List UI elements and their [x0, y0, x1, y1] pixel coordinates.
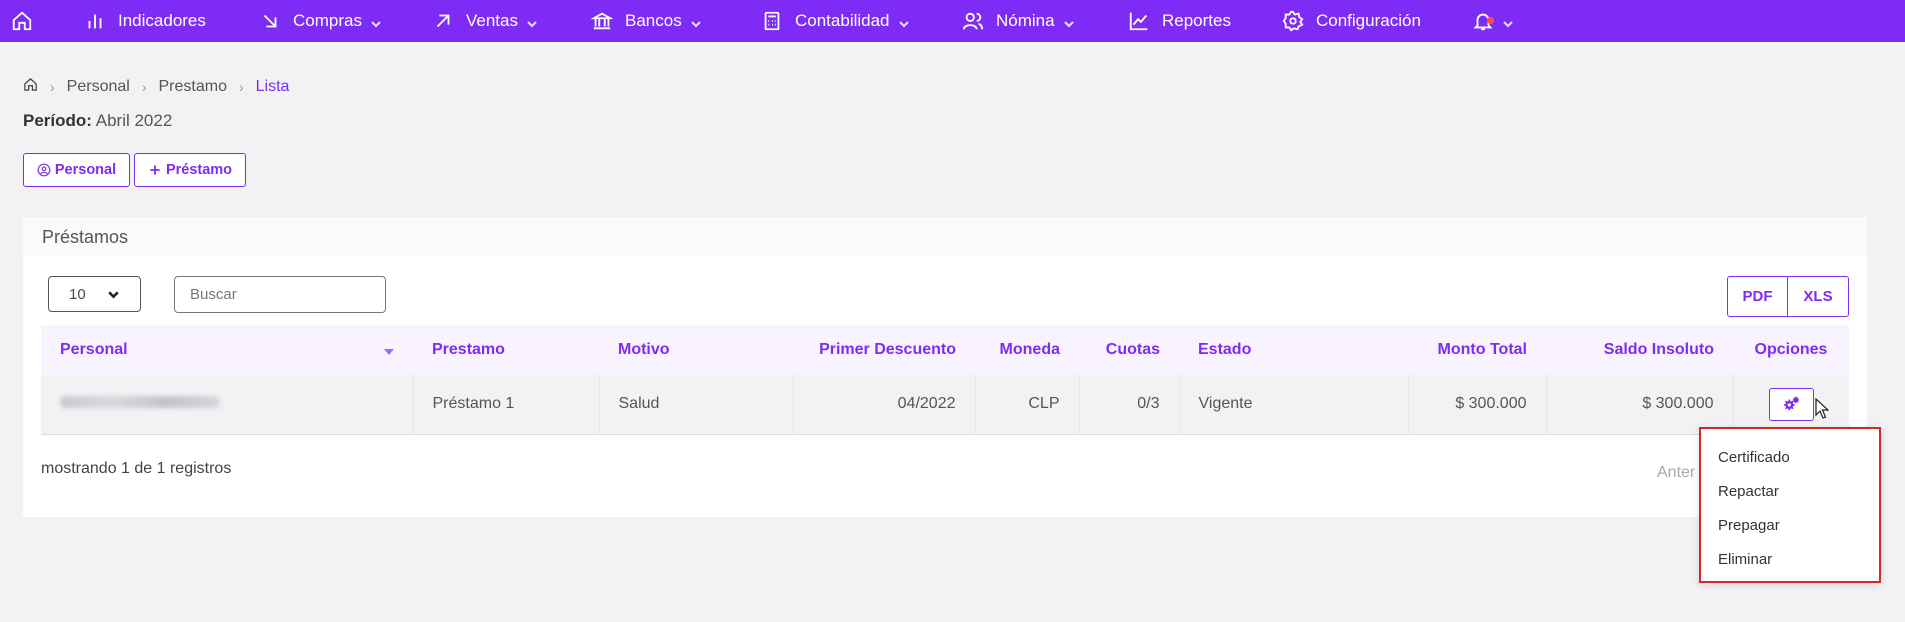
breadcrumb: › Personal › Prestamo › Lista [23, 77, 289, 97]
home-icon[interactable] [11, 0, 33, 42]
nav-contabilidad[interactable]: Contabilidad [761, 0, 910, 42]
menu-item-certificado[interactable]: Certificado [1701, 441, 1879, 475]
nav-indicadores[interactable]: Indicadores [84, 0, 206, 42]
nav-label: Reportes [1162, 11, 1231, 30]
arrow-up-right-icon [436, 14, 450, 28]
notifications-button[interactable] [1472, 0, 1514, 42]
nav-ventas[interactable]: Ventas [432, 0, 538, 42]
prestamos-card: Préstamos 10 PDF XLS Personal Prestamo M… [23, 217, 1867, 517]
chevron-down-icon [1063, 15, 1075, 28]
periodo-label: Período: [23, 111, 92, 130]
nav-nomina[interactable]: Nómina [962, 0, 1075, 42]
col-estado[interactable]: Estado [1179, 325, 1408, 375]
options-button[interactable] [1768, 387, 1814, 421]
menu-item-repactar[interactable]: Repactar [1701, 475, 1879, 509]
breadcrumb-prestamo[interactable]: Prestamo [159, 78, 227, 96]
sort-icon [384, 349, 394, 355]
col-opciones: Opciones [1754, 341, 1828, 358]
col-motivo[interactable]: Motivo [599, 325, 793, 375]
chevron-down-icon [108, 290, 119, 299]
pagination-previous[interactable]: Anter [1657, 464, 1695, 482]
export-buttons: PDF XLS [1727, 276, 1849, 317]
breadcrumb-separator: › [141, 79, 147, 95]
prestamos-table: Personal Prestamo Motivo Primer Descuent… [41, 325, 1849, 435]
chevron-down-icon [1502, 15, 1514, 28]
export-xls-button[interactable]: XLS [1788, 276, 1849, 317]
col-saldo-insoluto[interactable]: Saldo Insoluto [1546, 325, 1733, 375]
cell-personal [41, 375, 414, 434]
mouse-cursor-icon [1815, 398, 1829, 419]
breadcrumb-separator: › [50, 79, 55, 95]
personal-button-label: Personal [54, 162, 117, 178]
nav-label: Ventas [466, 11, 518, 30]
search-input[interactable] [174, 276, 386, 313]
col-primer-descuento[interactable]: Primer Descuento [793, 325, 975, 375]
col-personal[interactable]: Personal [41, 325, 413, 375]
user-circle-icon [37, 163, 51, 177]
cell-primer-descuento: 04/2022 [793, 375, 976, 434]
chevron-down-icon [898, 15, 910, 28]
cell-moneda: CLP [975, 375, 1080, 434]
arrow-down-right-icon [263, 14, 277, 28]
bar-chart-icon [88, 14, 102, 29]
chevron-down-icon [690, 15, 702, 28]
top-navbar: Indicadores Compras Ventas Bancos Contab… [0, 0, 1905, 42]
add-prestamo-label: Préstamo [165, 162, 233, 178]
breadcrumb-separator: › [238, 79, 244, 95]
menu-item-eliminar[interactable]: Eliminar [1701, 543, 1879, 577]
nav-compras[interactable]: Compras [259, 0, 382, 42]
table-row: Préstamo 1 Salud 04/2022 CLP 0/3 Vigente… [41, 375, 1849, 434]
calculator-icon [764, 11, 780, 31]
nav-bancos[interactable]: Bancos [591, 0, 702, 42]
nav-label: Contabilidad [795, 11, 890, 30]
cell-opciones [1733, 375, 1849, 434]
cell-monto-total: $ 300.000 [1408, 375, 1547, 434]
breadcrumb-lista: Lista [255, 78, 290, 95]
users-icon [962, 12, 984, 30]
nav-configuracion[interactable]: Configuración [1282, 0, 1421, 42]
cell-estado: Vigente [1179, 375, 1409, 434]
nav-label: Bancos [625, 11, 682, 30]
cell-saldo-insoluto: $ 300.000 [1546, 375, 1734, 434]
card-title: Préstamos [23, 217, 1867, 257]
cell-prestamo: Préstamo 1 [413, 375, 600, 434]
breadcrumb-personal[interactable]: Personal [67, 78, 130, 96]
line-chart-icon [1129, 12, 1148, 31]
menu-item-prepagar[interactable]: Prepagar [1701, 509, 1879, 543]
page-length-select[interactable]: 10 [48, 276, 141, 312]
cogs-icon [1784, 396, 1800, 411]
personal-button[interactable]: Personal [23, 153, 130, 187]
page-length-value: 10 [69, 285, 86, 303]
gear-icon [1282, 10, 1304, 32]
periodo-value: Abril 2022 [95, 111, 173, 130]
chevron-down-icon [526, 15, 538, 28]
plus-icon [150, 165, 160, 175]
chevron-down-icon [370, 15, 382, 28]
home-icon[interactable] [23, 77, 38, 97]
periodo-info: Período: Abril 2022 [23, 111, 172, 131]
nav-label: Compras [293, 11, 362, 30]
col-cuotas[interactable]: Cuotas [1079, 325, 1179, 375]
options-dropdown-menu: Certificado Repactar Prepagar Eliminar [1699, 427, 1881, 583]
nav-label: Nómina [996, 11, 1055, 30]
add-prestamo-button[interactable]: Préstamo [134, 153, 246, 187]
col-moneda[interactable]: Moneda [975, 325, 1079, 375]
cell-motivo: Salud [599, 375, 794, 434]
nav-label: Indicadores [118, 11, 206, 30]
table-header-row: Personal Prestamo Motivo Primer Descuent… [41, 325, 1849, 375]
nav-reportes[interactable]: Reportes [1128, 0, 1231, 42]
bank-icon [591, 12, 613, 30]
export-pdf-button[interactable]: PDF [1727, 276, 1788, 317]
notification-dot [1487, 17, 1494, 24]
col-monto-total[interactable]: Monto Total [1408, 325, 1546, 375]
col-prestamo[interactable]: Prestamo [413, 325, 599, 375]
redacted-name [60, 396, 220, 409]
cell-cuotas: 0/3 [1079, 375, 1180, 434]
table-info: mostrando 1 de 1 registros [41, 460, 232, 477]
nav-label: Configuración [1316, 11, 1421, 30]
